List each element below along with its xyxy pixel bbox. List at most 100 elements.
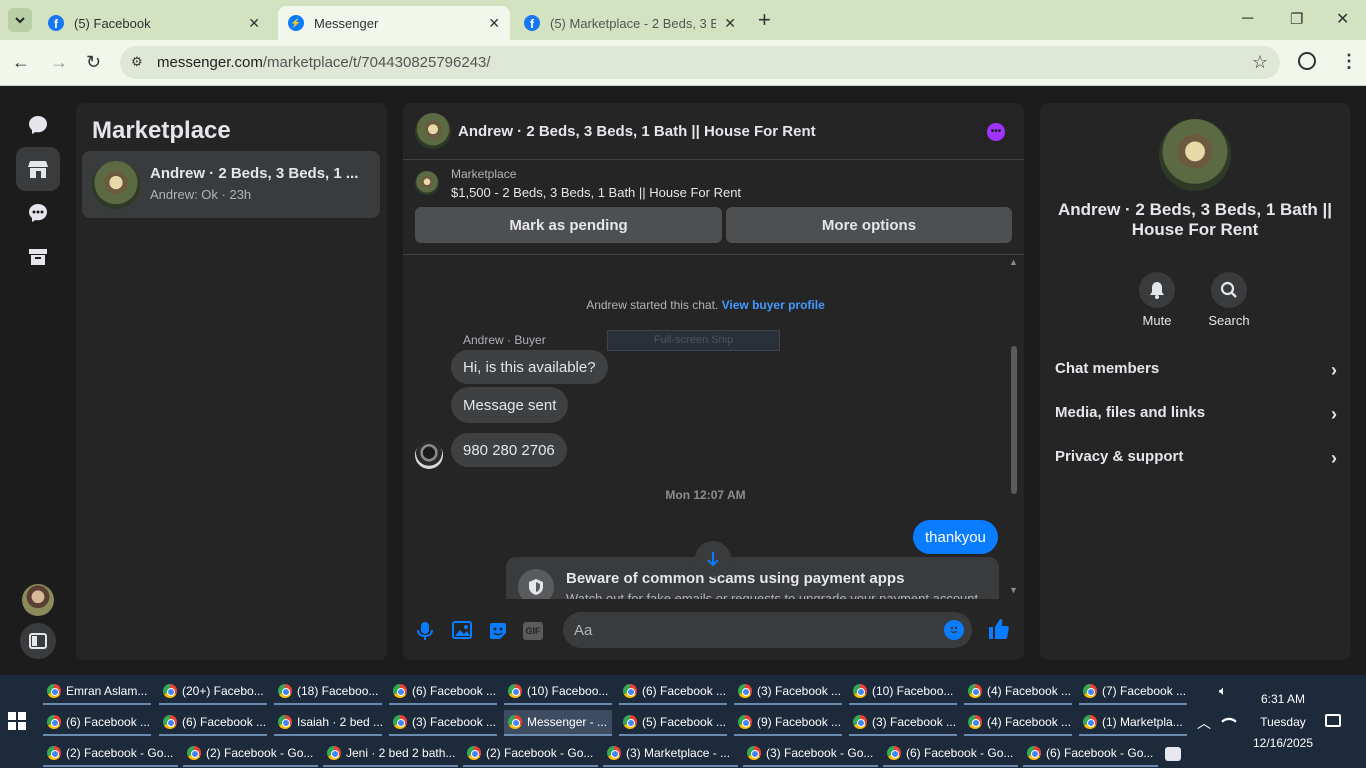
more-options-button[interactable]: More options xyxy=(726,207,1012,243)
taskbar-window-button[interactable]: (2) Facebook - Go... xyxy=(43,741,178,767)
taskbar-window-button[interactable]: Isaiah · 2 bed ... xyxy=(274,710,382,736)
taskbar-window-button[interactable]: (3) Facebook ... xyxy=(389,710,497,736)
tab-messenger[interactable]: ⚡ Messenger ✕ xyxy=(278,6,510,40)
scroll-up-arrow[interactable]: ▲ xyxy=(1009,257,1018,267)
scroll-to-bottom-button[interactable] xyxy=(695,541,731,577)
chat-avatar[interactable] xyxy=(415,113,451,149)
clock-day[interactable]: Tuesday xyxy=(1248,715,1318,729)
forward-icon[interactable]: → xyxy=(50,52,68,73)
taskbar-window-title: (7) Facebook ... xyxy=(1102,684,1187,698)
close-window-button[interactable]: ✕ xyxy=(1336,9,1349,29)
tab-marketplace[interactable]: f (5) Marketplace - 2 Beds, 3 Beds ✕ xyxy=(514,6,746,40)
taskbar-window-button[interactable]: (18) Faceboo... xyxy=(274,679,382,705)
minimize-button[interactable]: ─ xyxy=(1242,10,1253,28)
taskbar-window-title: Emran Aslam... xyxy=(66,684,148,698)
archive-nav-button[interactable] xyxy=(16,235,60,279)
back-icon[interactable]: ← xyxy=(12,52,30,73)
taskbar-window-button[interactable]: Emran Aslam... xyxy=(43,679,151,705)
tab-facebook[interactable]: f (5) Facebook ✕ xyxy=(38,6,270,40)
start-button[interactable] xyxy=(8,712,26,735)
listing-price-title[interactable]: $1,500 - 2 Beds, 3 Beds, 1 Bath || House… xyxy=(451,185,741,200)
close-tab-icon[interactable]: ✕ xyxy=(248,15,260,32)
taskbar-window-button[interactable]: (6) Facebook ... xyxy=(159,710,267,736)
scrollbar-thumb[interactable] xyxy=(1011,346,1017,494)
like-icon[interactable] xyxy=(987,618,1009,645)
taskbar-window-button[interactable]: (7) Facebook ... xyxy=(1079,679,1187,705)
show-hidden-icons-button[interactable]: ︿ xyxy=(1197,713,1211,733)
chrome-icon xyxy=(623,684,637,698)
message-input[interactable]: Aa xyxy=(563,612,972,648)
taskbar-window-button[interactable]: (3) Facebook - Go... xyxy=(743,741,878,767)
conversation-item[interactable]: Andrew · 2 Beds, 3 Beds, 1 ... Andrew: O… xyxy=(82,151,380,218)
marketplace-nav-button[interactable] xyxy=(16,147,60,191)
taskbar-window-button[interactable]: (6) Facebook ... xyxy=(389,679,497,705)
new-tab-button[interactable]: + xyxy=(758,7,771,33)
listing-thumbnail[interactable] xyxy=(415,171,439,195)
requests-nav-button[interactable] xyxy=(16,191,60,235)
volume-icon[interactable]: 🔈︎ xyxy=(1219,683,1227,699)
user-avatar[interactable] xyxy=(22,584,54,616)
search-button[interactable] xyxy=(1211,272,1247,308)
taskbar-window-button[interactable]: (6) Facebook - Go... xyxy=(883,741,1018,767)
taskbar-window-button[interactable]: (6) Facebook ... xyxy=(43,710,151,736)
clock-date[interactable]: 12/16/2025 xyxy=(1248,736,1318,750)
taskbar-window-title: (3) Facebook - Go... xyxy=(766,746,874,760)
sticker-icon[interactable] xyxy=(488,621,508,646)
message-bubble[interactable]: Hi, is this available? xyxy=(451,350,608,384)
taskbar-window-button[interactable]: (1) Marketpla... xyxy=(1079,710,1187,736)
media-files-links-row[interactable]: Media, files and links › xyxy=(1055,404,1337,425)
clock-time[interactable]: 6:31 AM xyxy=(1248,692,1318,706)
chat-members-row[interactable]: Chat members › xyxy=(1055,360,1337,381)
profile-icon[interactable] xyxy=(1298,52,1316,70)
taskbar-window-button[interactable]: (2) Facebook - Go... xyxy=(183,741,318,767)
view-buyer-profile-link[interactable]: View buyer profile xyxy=(722,298,825,312)
chevron-right-icon: › xyxy=(1331,404,1337,424)
sender-avatar[interactable] xyxy=(415,441,443,469)
taskbar-window-button[interactable]: Messenger - ... xyxy=(504,710,612,736)
taskbar-window-button[interactable]: (20+) Facebo... xyxy=(159,679,267,705)
message-bubble[interactable]: Message sent xyxy=(451,387,569,423)
taskbar-window-button[interactable]: (9) Facebook ... xyxy=(734,710,842,736)
weather-icon[interactable] xyxy=(1165,747,1181,761)
more-icon[interactable]: ••• xyxy=(987,123,1005,141)
taskbar-window-button[interactable]: (6) Facebook - Go... xyxy=(1023,741,1158,767)
taskbar-window-button[interactable]: (3) Facebook ... xyxy=(849,710,957,736)
url-field[interactable]: ⚙ messenger.com/marketplace/t/7044308257… xyxy=(120,46,1280,79)
my-message-bubble[interactable]: thankyou xyxy=(913,520,998,554)
taskbar-window-button[interactable]: Jeni · 2 bed 2 bath... xyxy=(323,741,458,767)
taskbar-window-button[interactable]: (3) Marketplace - ... xyxy=(603,741,738,767)
taskbar-window-button[interactable]: (2) Facebook - Go... xyxy=(463,741,598,767)
chat-title[interactable]: Andrew · 2 Beds, 3 Beds, 1 Bath || House… xyxy=(458,123,816,140)
scroll-down-arrow[interactable]: ▼ xyxy=(1009,585,1018,595)
mark-as-pending-button[interactable]: Mark as pending xyxy=(415,207,722,243)
taskbar-window-button[interactable]: (3) Facebook ... xyxy=(734,679,842,705)
tab-search-dropdown-button[interactable] xyxy=(8,8,32,32)
taskbar-window-button[interactable]: (4) Facebook ... xyxy=(964,710,1072,736)
gif-icon[interactable]: GIF xyxy=(523,622,543,640)
message-bubble[interactable]: 980 280 2706 xyxy=(451,433,567,467)
wifi-icon[interactable] xyxy=(1221,713,1237,729)
taskbar-window-button[interactable]: (6) Facebook ... xyxy=(619,679,727,705)
microphone-icon[interactable] xyxy=(417,621,433,646)
taskbar-window-button[interactable]: (10) Faceboo... xyxy=(849,679,957,705)
photo-icon[interactable] xyxy=(452,621,472,644)
site-info-icon[interactable]: ⚙ xyxy=(131,54,143,70)
close-tab-icon[interactable]: ✕ xyxy=(724,15,736,32)
chrome-icon xyxy=(393,715,407,729)
notifications-icon[interactable] xyxy=(1325,714,1341,727)
close-tab-icon[interactable]: ✕ xyxy=(488,15,500,32)
taskbar-window-button[interactable]: (4) Facebook ... xyxy=(964,679,1072,705)
chrome-icon xyxy=(278,715,292,729)
taskbar-window-button[interactable]: (10) Faceboo... xyxy=(504,679,612,705)
toggle-sidebar-button[interactable] xyxy=(20,623,56,659)
bookmark-star-icon[interactable]: ☆ xyxy=(1252,52,1268,73)
privacy-support-row[interactable]: Privacy & support › xyxy=(1055,448,1337,469)
menu-kebab-icon[interactable]: ⋮ xyxy=(1340,51,1358,72)
emoji-icon[interactable] xyxy=(944,620,964,640)
reload-icon[interactable]: ↻ xyxy=(86,52,101,73)
chats-nav-button[interactable] xyxy=(16,103,60,147)
restore-button[interactable]: ❐ xyxy=(1290,10,1303,28)
details-avatar[interactable] xyxy=(1159,119,1231,191)
mute-button[interactable] xyxy=(1139,272,1175,308)
taskbar-window-button[interactable]: (5) Facebook ... xyxy=(619,710,727,736)
